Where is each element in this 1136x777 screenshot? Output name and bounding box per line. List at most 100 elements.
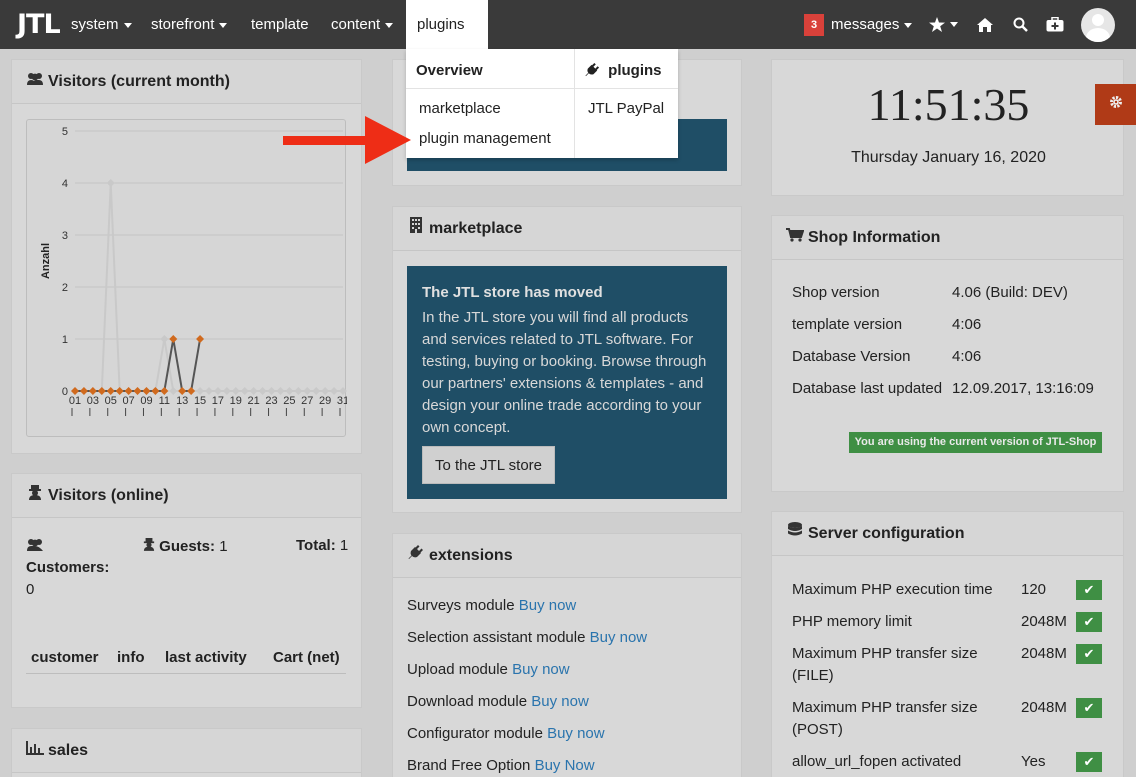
server-config-title: Server configuration — [808, 525, 965, 542]
home-button[interactable] — [976, 0, 994, 49]
chart-x-tick-label: 07 — [122, 395, 134, 407]
shopping-cart-icon — [786, 216, 805, 260]
search-button[interactable] — [1011, 0, 1029, 49]
server-config-label: Maximum PHP execution time — [792, 581, 993, 598]
chart-data-point — [79, 387, 88, 395]
col-last-activity[interactable]: last activity — [165, 649, 247, 666]
home-icon — [977, 16, 993, 33]
chart-data-point — [97, 387, 106, 395]
server-config-label: allow_url_fopen activated — [792, 753, 962, 770]
col-info[interactable]: info — [117, 649, 145, 666]
jtl-store-button[interactable]: To the JTL store — [422, 446, 555, 484]
dropdown-item-marketplace[interactable]: marketplace — [419, 100, 501, 117]
chart-data-point — [106, 387, 115, 395]
visitors-chart: 5 4 3 2 1 0 Anzahl 01 03 05 07 09 11 13 15 17 19 21 23 25 27… — [26, 119, 349, 437]
settings-tab[interactable] — [1095, 84, 1136, 125]
chart-data-point — [321, 387, 330, 395]
check-icon: ✔ — [1076, 580, 1102, 600]
dropdown-plugins-heading-label: plugins — [608, 62, 662, 79]
chart-data-point — [196, 387, 205, 395]
nav-content-label: content — [331, 16, 381, 33]
jtl-logo[interactable]: JTL — [17, 10, 61, 40]
chart-data-point — [151, 387, 160, 395]
sales-header: sales — [12, 729, 361, 773]
clock-date: Thursday January 16, 2020 — [851, 149, 1046, 166]
shop-info-value: 4:06 — [952, 348, 982, 365]
shop-info-label: Shop version — [792, 284, 880, 301]
chevron-down-icon — [123, 22, 132, 28]
nav-plugins[interactable]: plugins — [406, 0, 488, 77]
buy-now-link[interactable]: Buy Now — [535, 757, 595, 774]
visitors-online-header: Visitors (online) — [12, 474, 361, 518]
buy-now-link[interactable]: Buy now — [531, 693, 589, 710]
nav-system[interactable]: system — [71, 0, 132, 49]
extension-item: Upload module Buy now — [407, 661, 570, 678]
buy-now-link[interactable]: Buy now — [547, 725, 605, 742]
guest-icon — [143, 538, 159, 555]
nav-plugins-label: plugins — [417, 16, 465, 33]
chart-data-point — [133, 387, 142, 395]
help-button[interactable] — [1045, 0, 1065, 49]
extensions-header: extensions — [393, 534, 741, 578]
clock-time: 11:51:35 — [867, 79, 1030, 130]
chart-data-point — [124, 387, 133, 395]
chart-x-tick-label: 21 — [248, 395, 260, 407]
chart-x-tick-label: 03 — [87, 395, 99, 407]
extension-name: Upload module — [407, 661, 513, 678]
extension-item: Surveys module Buy now — [407, 597, 576, 614]
nav-template[interactable]: template — [251, 0, 309, 49]
shop-info-label: Database Version — [792, 348, 911, 365]
chart-y-tick-label: 1 — [62, 334, 68, 346]
nav-storefront[interactable]: storefront — [151, 0, 228, 49]
chart-data-point — [169, 387, 178, 395]
buy-now-link[interactable]: Buy now — [519, 597, 577, 614]
nav-messages[interactable]: 3 messages — [804, 0, 913, 49]
plug-icon — [407, 534, 425, 578]
chart-data-point — [231, 387, 240, 395]
chart-data-point — [339, 387, 347, 395]
dropdown-plugins-heading: plugins — [585, 49, 662, 89]
nav-content[interactable]: content — [331, 0, 394, 49]
chart-x-tick-label: 19 — [230, 395, 242, 407]
chart-x-tick-label: 05 — [105, 395, 117, 407]
col-cart-net[interactable]: Cart (net) — [273, 649, 340, 666]
sales-title: sales — [48, 742, 89, 759]
guests-label: Guests: — [159, 538, 216, 555]
server-config-header: Server configuration — [772, 512, 1123, 556]
buy-now-link[interactable]: Buy now — [512, 661, 570, 678]
star-icon — [928, 16, 945, 33]
extensions-title: extensions — [429, 547, 513, 564]
extension-item: Download module Buy now — [407, 693, 589, 710]
chart-x-tick-label: 11 — [159, 395, 170, 407]
chart-data-point — [222, 387, 231, 395]
chart-data-point — [240, 387, 249, 395]
buy-now-link[interactable]: Buy now — [590, 629, 648, 646]
chart-y-tick-label: 4 — [62, 178, 68, 190]
chart-x-tick-label: 01 — [69, 395, 81, 407]
medkit-icon — [1046, 16, 1064, 33]
dropdown-item-plugin-management[interactable]: plugin management — [419, 130, 551, 147]
chart-data-point — [303, 387, 312, 395]
marketplace-heading: The JTL store has moved — [422, 284, 603, 301]
chart-data-point — [249, 387, 258, 395]
server-config-label: PHP memory limit — [792, 613, 912, 630]
chart-y-tick-label: 5 — [62, 126, 68, 138]
customers-value: 0 — [26, 581, 35, 598]
favorites-button[interactable] — [927, 0, 959, 49]
chart-data-point — [160, 335, 169, 343]
chart-x-tick-label: 31 — [337, 395, 347, 407]
col-customer[interactable]: customer — [31, 649, 99, 666]
marketplace-header: marketplace — [393, 207, 741, 251]
check-icon: ✔ — [1076, 612, 1102, 632]
chart-data-point — [196, 335, 205, 343]
customers-icon — [26, 538, 44, 557]
visitors-month-header: Visitors (current month) — [12, 60, 361, 104]
chart-data-point — [258, 387, 267, 395]
chart-data-point — [178, 387, 187, 395]
chart-data-point — [205, 387, 213, 395]
plugins-dropdown-menu: Overview plugins marketplace plugin mana… — [406, 49, 678, 158]
sales-panel: sales — [11, 728, 362, 777]
user-avatar[interactable] — [1081, 8, 1115, 42]
chart-x-tick-label: 27 — [301, 395, 313, 407]
dropdown-item-jtl-paypal[interactable]: JTL PayPal — [588, 100, 664, 117]
